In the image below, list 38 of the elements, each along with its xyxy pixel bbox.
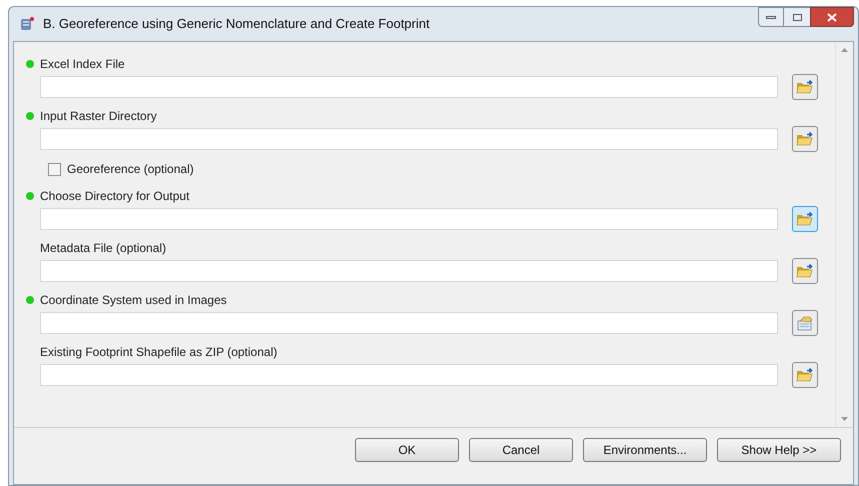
minimize-button[interactable] — [758, 7, 784, 27]
dialog-button[interactable]: OK — [355, 438, 459, 462]
script-tool-icon — [19, 16, 35, 32]
parameter-label: Metadata File (optional) — [40, 240, 166, 257]
parameter-label: Choose Directory for Output — [40, 188, 190, 205]
close-button[interactable] — [810, 7, 854, 27]
parameter-label: Excel Index File — [40, 56, 125, 73]
close-icon — [827, 12, 837, 22]
folder-icon — [796, 211, 814, 227]
parameter-label: Coordinate System used in Images — [40, 292, 227, 309]
folder-icon — [796, 131, 814, 147]
browse-button[interactable] — [792, 362, 818, 388]
browse-button[interactable] — [792, 258, 818, 284]
dialog-button[interactable]: Cancel — [469, 438, 573, 462]
dialog-button[interactable]: Environments... — [583, 438, 707, 462]
browse-button[interactable] — [792, 126, 818, 152]
browse-button[interactable] — [792, 74, 818, 100]
input-field[interactable] — [40, 260, 778, 282]
input-field[interactable] — [40, 128, 778, 150]
browse-button[interactable] — [792, 206, 818, 232]
input-field[interactable] — [40, 76, 778, 98]
browse-button[interactable] — [792, 310, 818, 336]
parameter-label: Input Raster Directory — [40, 108, 157, 125]
folder-icon — [796, 263, 814, 279]
maximize-button[interactable] — [784, 7, 810, 27]
scroll-up-icon[interactable] — [841, 48, 848, 52]
window-title: B. Georeference using Generic Nomenclature and Create Footprint — [43, 15, 430, 34]
parameter-label: Existing Footprint Shapefile as ZIP (optional) — [40, 344, 278, 361]
dialog-button[interactable]: Show Help >> — [717, 438, 841, 462]
input-field[interactable] — [40, 208, 778, 230]
checkbox-label: Georeference (optional) — [67, 161, 194, 178]
checkbox[interactable] — [48, 162, 61, 176]
properties-icon — [796, 315, 814, 331]
input-field[interactable] — [40, 312, 778, 334]
folder-icon — [796, 367, 814, 383]
input-field[interactable] — [40, 364, 778, 386]
scroll-down-icon[interactable] — [841, 417, 848, 421]
folder-icon — [796, 79, 814, 95]
